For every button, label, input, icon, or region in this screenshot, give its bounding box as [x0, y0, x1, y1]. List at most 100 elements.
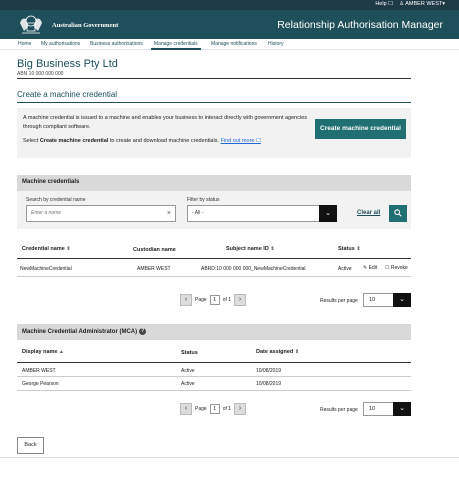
results-per-page-label: Results per page	[320, 407, 358, 413]
user-menu[interactable]: ♙ AMBER WEST▾	[399, 1, 445, 7]
info-panel: A machine credential is issued to a mach…	[17, 108, 411, 158]
pagination: ‹ Page 1 of 1 ›	[180, 294, 247, 306]
sort-up-icon[interactable]: ▲	[59, 349, 64, 355]
divider	[17, 102, 411, 103]
nav-manage-credentials[interactable]: Manage credentials	[151, 39, 201, 50]
chevron-left-icon[interactable]: ‹	[180, 403, 192, 415]
create-machine-credential-button[interactable]: Create machine credential	[315, 119, 406, 139]
filter-label: Filter by status	[187, 197, 220, 203]
nav-history[interactable]: History	[265, 39, 287, 50]
chevron-right-icon[interactable]: ›	[234, 294, 247, 306]
help-icon[interactable]: ?	[139, 328, 147, 335]
table-header-divider	[17, 258, 411, 259]
back-button[interactable]: Back	[17, 437, 44, 454]
government-name: Australian Government	[52, 22, 119, 29]
edit-link[interactable]: ✎ Edit	[363, 265, 377, 271]
coat-of-arms-icon	[20, 15, 42, 34]
row-credential-name[interactable]: NewMachineCredential	[20, 266, 72, 272]
business-name: Big Business Pty Ltd	[17, 58, 118, 70]
col-date-assigned[interactable]: Date assigned ⇕	[256, 349, 299, 355]
col-custodian-name: Custodian name	[133, 247, 176, 253]
row-divider	[17, 376, 411, 377]
mca-row-status: Active	[181, 368, 195, 374]
col-display-name[interactable]: Display name ▲	[22, 349, 64, 355]
status-filter-value: - All -	[192, 210, 204, 216]
page-label: Page	[195, 406, 207, 412]
mca-row-status: Active	[181, 381, 195, 387]
mca-row-name: George Pearson	[22, 381, 59, 387]
machine-credentials-heading: Machine credentials	[22, 179, 80, 185]
col-credential-name[interactable]: Credential name ⇕	[22, 246, 71, 252]
chevron-down-icon[interactable]: ⌄	[319, 205, 337, 222]
main-nav: Home My authorisations Business authoris…	[0, 39, 459, 50]
row-divider	[17, 276, 411, 277]
results-per-page-value: 10	[369, 406, 376, 412]
table-header-divider	[17, 362, 411, 363]
row-custodian-name: AMBER WEST	[137, 266, 171, 272]
col-status[interactable]: Status ⇕	[338, 246, 361, 252]
pagination: ‹ Page 1 of 1 ›	[180, 403, 247, 415]
info-instructions-post: to create and download machine credentia…	[108, 138, 221, 144]
col-subject-name-id[interactable]: Subject name ID ⇕	[226, 246, 275, 252]
col-display-name-label: Display name	[22, 349, 58, 355]
chevron-down-icon[interactable]: ⌄	[393, 402, 411, 416]
chevron-down-icon[interactable]: ⌄	[393, 293, 411, 307]
business-abn: ABN 10 000 000 000	[17, 71, 64, 77]
search-placeholder: Enter a name	[31, 210, 62, 216]
col-subject-name-id-label: Subject name ID	[226, 246, 269, 252]
page-label: Page	[195, 297, 207, 303]
sort-icon[interactable]: ⇕	[66, 246, 70, 252]
revoke-link[interactable]: ☐ Revoke	[385, 265, 408, 271]
mca-row-date: 10/08/2019	[256, 368, 282, 374]
col-credential-name-label: Credential name	[22, 246, 65, 252]
info-instructions: Select Create machine credential to crea…	[23, 138, 261, 144]
info-instructions-bold: Create machine credential	[39, 138, 109, 144]
mca-row-date: 10/08/2019	[256, 381, 282, 387]
search-label: Search by credential name	[26, 197, 86, 203]
footer-divider	[0, 457, 459, 458]
app-title: Relationship Authorisation Manager	[277, 19, 443, 31]
help-link[interactable]: Help ☐	[375, 1, 393, 7]
page-input[interactable]: 1	[209, 404, 220, 414]
search-input[interactable]: Enter a name ×	[26, 205, 176, 222]
nav-business-authorisations[interactable]: Business authorisations	[87, 39, 146, 50]
results-per-page-label: Results per page	[320, 298, 358, 304]
results-per-page-select[interactable]: 10 ⌄	[363, 293, 411, 307]
site-header: Australian Government Relationship Autho…	[0, 10, 459, 39]
page-total: of 1	[222, 406, 232, 412]
sort-icon[interactable]: ⇕	[270, 246, 274, 252]
topbar-links: Help ☐ ♙ AMBER WEST▾	[375, 1, 445, 7]
row-subject-name-id: ABRD:10 000 000 000_NewMachineCredential	[201, 266, 306, 272]
find-out-more-link[interactable]: Find out more ☐	[221, 138, 261, 144]
search-icon	[394, 209, 402, 217]
sort-icon[interactable]: ⇕	[356, 246, 360, 252]
results-per-page-select[interactable]: 10 ⌄	[363, 402, 411, 416]
chevron-left-icon[interactable]: ‹	[180, 294, 192, 306]
mca-heading: Machine Credential Administrator (MCA)?	[22, 328, 147, 336]
nav-home[interactable]: Home	[15, 39, 34, 50]
row-status: Active	[338, 266, 352, 272]
clear-search-icon[interactable]: ×	[167, 206, 171, 221]
mca-header: Machine Credential Administrator (MCA)?	[17, 324, 411, 340]
nav-manage-notifications[interactable]: Manage notifications	[208, 39, 260, 50]
results-per-page-value: 10	[369, 297, 376, 303]
machine-credentials-panel: Machine credentials Search by credential…	[17, 175, 411, 229]
clear-all-link[interactable]: Clear all	[357, 210, 380, 216]
search-button[interactable]	[389, 205, 407, 222]
mca-heading-text: Machine Credential Administrator (MCA)	[22, 329, 138, 336]
machine-credentials-header: Machine credentials	[17, 175, 411, 191]
page-input[interactable]: 1	[209, 295, 220, 305]
page-title: Create a machine credential	[17, 90, 118, 99]
mca-row-name: AMBER WEST	[22, 368, 56, 374]
info-description: A machine credential is issued to a mach…	[23, 115, 308, 130]
divider	[17, 78, 411, 79]
col-status-label: Status	[338, 246, 355, 252]
col-mca-status: Status	[181, 350, 198, 356]
page-total: of 1	[222, 297, 232, 303]
sort-icon[interactable]: ⇕	[295, 349, 299, 355]
chevron-right-icon[interactable]: ›	[234, 403, 247, 415]
status-filter-select[interactable]: - All - ⌄	[187, 205, 337, 222]
info-instructions-pre: Select	[23, 138, 40, 144]
nav-my-authorisations[interactable]: My authorisations	[38, 39, 83, 50]
col-date-assigned-label: Date assigned	[256, 349, 294, 355]
